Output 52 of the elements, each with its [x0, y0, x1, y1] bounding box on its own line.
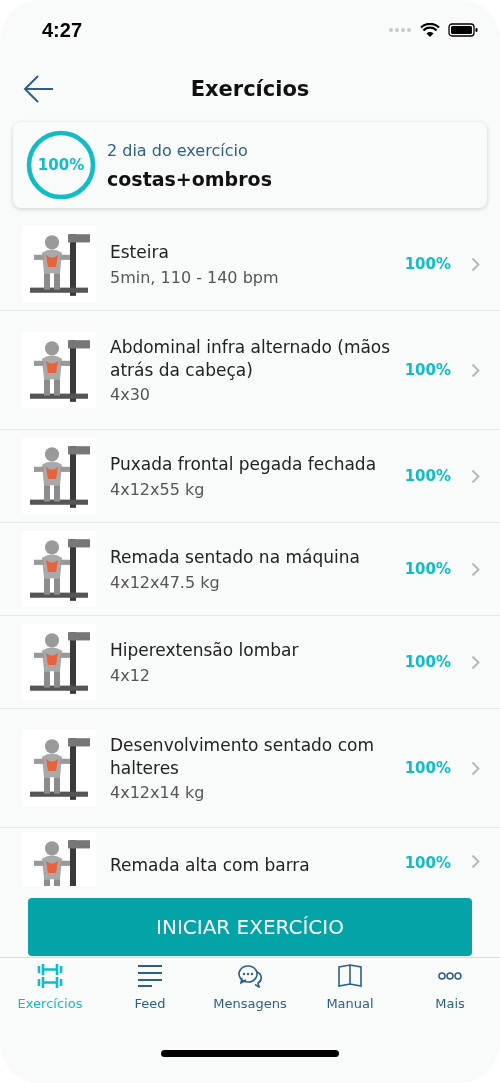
dumbbell-icon [37, 963, 63, 989]
book-icon [338, 964, 362, 988]
exercise-detail: 4x12 [110, 665, 151, 685]
clock-time: 4:27 [42, 18, 83, 42]
more-dots-icon [438, 972, 462, 980]
completion-percent: 100% [404, 560, 451, 578]
chevron-right-icon [471, 256, 480, 272]
exercise-name: Remada alta com barra [110, 854, 311, 877]
exercise-detail: 4x12x14 kg [110, 783, 206, 803]
chevron-right-icon [471, 760, 480, 776]
signal-icon [388, 27, 412, 33]
chevron-right-icon [471, 561, 480, 577]
exercise-row[interactable]: Desenvolvimento sentado com halteres 4x12x14 kg 100% [0, 709, 500, 828]
battery-icon [448, 23, 478, 37]
workout-name: costas+ombros [107, 167, 272, 190]
tab-item[interactable]: Mensagens [200, 962, 300, 1024]
exercise-row[interactable]: Hiperextensão lombar 4x12 100% [0, 616, 500, 709]
exercise-row[interactable]: Remada sentado na máquina 4x12x47.5 kg 100% [0, 523, 500, 616]
completion-percent: 100% [404, 255, 451, 273]
chat-bubbles-icon [237, 964, 263, 988]
exercise-row[interactable]: Esteira 5min, 110 - 140 bpm 100% [0, 218, 500, 311]
exercise-row[interactable]: Puxada frontal pegada fechada 4x12x55 kg 100% [0, 430, 500, 523]
exercise-detail: 5min, 110 - 140 bpm [110, 267, 280, 287]
exercise-detail: 4x12x55 kg [110, 479, 206, 499]
chevron-right-icon [471, 468, 480, 484]
progress-percent: 100% [37, 156, 85, 174]
progress-ring [25, 129, 97, 201]
completion-percent: 100% [404, 361, 451, 379]
completion-percent: 100% [404, 854, 451, 872]
completion-percent: 100% [404, 759, 451, 777]
wifi-icon [420, 22, 440, 38]
tab-item[interactable]: Manual [300, 962, 400, 1024]
exercise-row[interactable]: Abdominal infra alternado (mãos atrás da cabeça) 4x30 100% [0, 311, 500, 430]
exercise-detail: 4x30 [110, 385, 151, 405]
exercise-name: Puxada frontal pegada fechada [110, 453, 378, 476]
workout-day: 2 dia do exercício [107, 140, 272, 160]
completion-percent: 100% [404, 653, 451, 671]
exercise-name: Abdominal infra alternado (mãos atrás da cabeça) [110, 335, 391, 382]
back-arrow-icon[interactable] [23, 74, 55, 104]
exercise-name: Remada sentado na máquina [110, 546, 361, 569]
tab-item[interactable]: Feed [100, 962, 200, 1024]
chevron-right-icon [471, 362, 480, 378]
chevron-right-icon [471, 654, 480, 670]
menu-lines-icon [137, 964, 163, 988]
chevron-right-icon [471, 854, 480, 869]
completion-percent: 100% [404, 467, 451, 485]
exercise-name: Esteira [110, 241, 170, 264]
exercise-detail: 4x12x47.5 kg [110, 572, 221, 592]
tab-item[interactable]: Mais [400, 962, 500, 1024]
screen-title: Exercícios [190, 77, 310, 101]
exercise-name: Desenvolvimento sentado com halteres [110, 733, 375, 780]
exercise-name: Hiperextensão lombar [110, 639, 300, 662]
